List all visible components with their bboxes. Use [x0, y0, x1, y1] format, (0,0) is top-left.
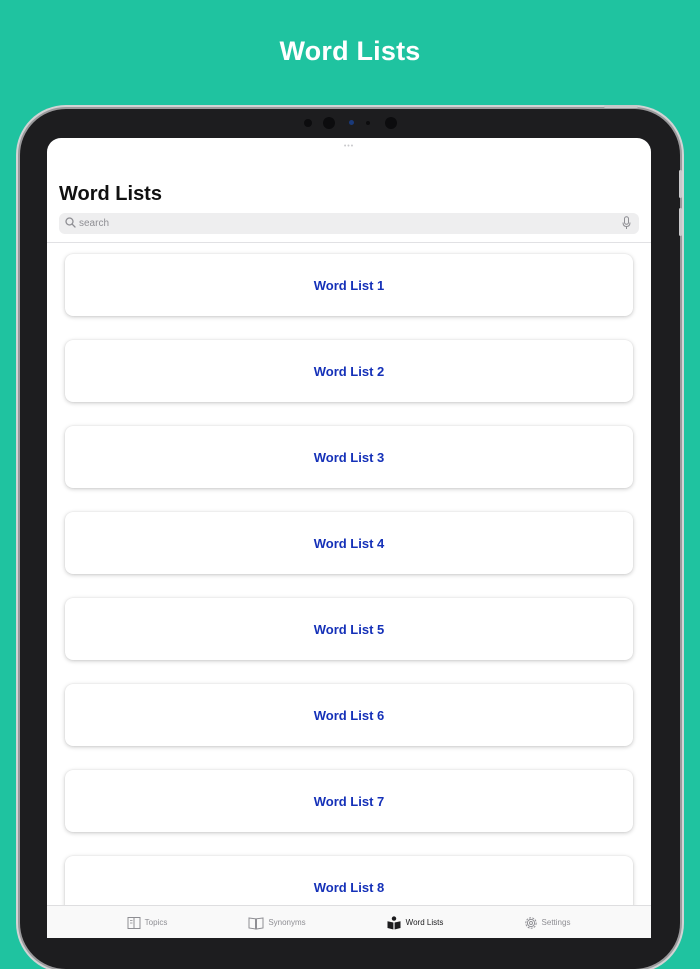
word-list-card[interactable]: Word List 7	[65, 770, 633, 832]
book-icon	[248, 916, 264, 930]
search-input[interactable]	[77, 213, 609, 234]
reader-icon	[387, 915, 401, 929]
word-list-label: Word List 8	[313, 879, 385, 895]
tab-label: Topics	[144, 918, 168, 927]
tab-settings[interactable]: Settings	[507, 906, 587, 938]
top-button	[604, 105, 638, 108]
word-list-card[interactable]: Word List 1	[65, 254, 633, 316]
tab-bar: Topics Synonyms Word Lists Settings	[47, 905, 651, 938]
promo-title: Word Lists	[279, 36, 421, 66]
volume-down-button	[679, 208, 682, 236]
page-title: Word Lists	[59, 183, 162, 205]
tab-topics[interactable]: Topics	[107, 906, 187, 938]
multitasking-grabber[interactable]: •••	[344, 143, 354, 150]
search-bar[interactable]	[59, 213, 639, 234]
word-list-label: Word List 7	[313, 793, 385, 809]
word-list-label: Word List 5	[313, 621, 385, 637]
sensor-dot	[366, 121, 370, 125]
word-list-card[interactable]: Word List 5	[65, 598, 633, 660]
topics-icon	[127, 916, 141, 929]
tab-synonyms[interactable]: Synonyms	[232, 906, 322, 938]
word-list-label: Word List 6	[313, 707, 385, 723]
volume-up-button	[679, 170, 682, 198]
tab-label: Settings	[541, 918, 571, 927]
search-icon	[65, 217, 76, 228]
camera-lens	[323, 117, 335, 129]
camera-indicator	[349, 120, 354, 125]
camera-lens	[385, 117, 397, 129]
word-list-scroll[interactable]: Word List 1 Word List 2 Word List 3 Word…	[47, 243, 651, 905]
word-list-label: Word List 3	[313, 449, 385, 465]
word-list-card[interactable]: Word List 6	[65, 684, 633, 746]
app-screen: ••• Word Lists Word List 1 Word List 2 W…	[47, 138, 651, 938]
gear-icon	[524, 916, 537, 929]
microphone-icon[interactable]	[622, 216, 631, 230]
tab-label: Synonyms	[268, 918, 306, 927]
word-list-card[interactable]: Word List 2	[65, 340, 633, 402]
word-list-card[interactable]: Word List 3	[65, 426, 633, 488]
word-list-card[interactable]: Word List 4	[65, 512, 633, 574]
word-list-label: Word List 1	[313, 277, 385, 293]
tab-word-lists[interactable]: Word Lists	[367, 906, 462, 938]
sensor-dot	[304, 119, 312, 127]
tab-label: Word Lists	[405, 918, 444, 927]
word-list-card[interactable]: Word List 8	[65, 856, 633, 905]
word-list-label: Word List 2	[313, 363, 385, 379]
word-list-label: Word List 4	[313, 535, 385, 551]
